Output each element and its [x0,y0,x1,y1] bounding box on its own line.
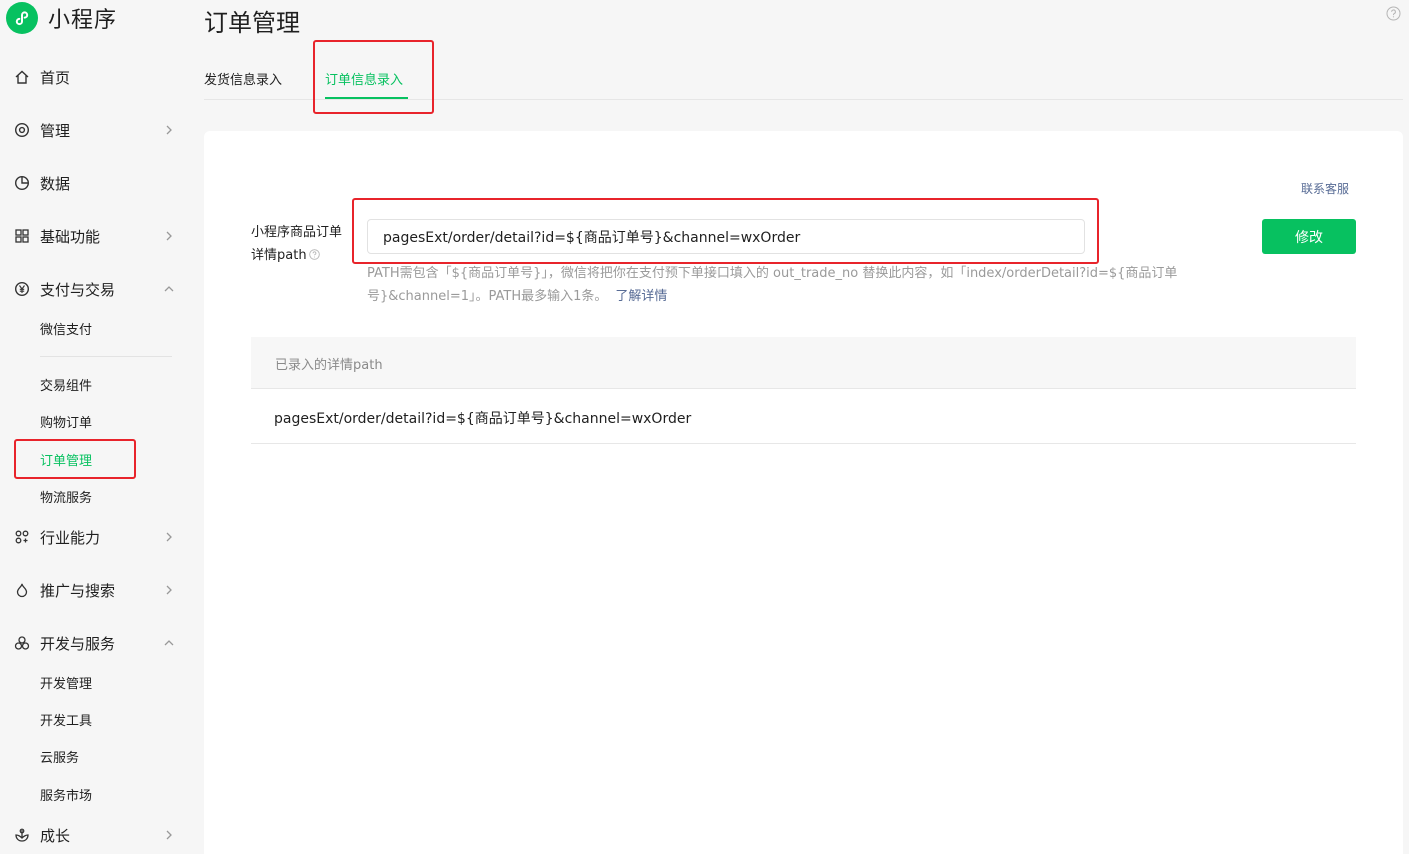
manage-icon [13,121,31,139]
path-field-label: 小程序商品订单 详情path [251,221,351,267]
grid-icon [13,227,31,245]
sidebar-subitem-dev-tools[interactable]: 开发工具 [40,709,92,729]
detail-path-input[interactable] [367,219,1085,254]
page-title: 订单管理 [204,9,300,37]
sidebar-item-label: 基础功能 [40,227,101,246]
modify-button[interactable]: 修改 [1262,219,1356,254]
sidebar-divider [40,356,172,357]
sidebar-subitem-trade-component[interactable]: 交易组件 [40,374,92,394]
growth-icon [13,826,31,844]
chevron-right-icon [162,828,176,842]
chevron-right-icon [162,583,176,597]
sidebar-item-label: 开发与服务 [40,634,116,653]
sidebar-item-data[interactable]: 数据 [0,171,190,195]
contact-support-link[interactable]: 联系客服 [1301,180,1349,197]
sidebar-item-basic-features[interactable]: 基础功能 [0,224,190,248]
sidebar-item-home[interactable]: 首页 [0,65,190,89]
entered-path-table-header: 已录入的详情path [251,337,1356,389]
sidebar-item-label: 数据 [40,174,71,193]
app-logo[interactable]: 小程序 [6,2,117,34]
sidebar-subitem-service-market[interactable]: 服务市场 [40,784,92,804]
app-logo-text: 小程序 [48,8,118,33]
tab-order-info[interactable]: 订单信息录入 [325,69,403,88]
help-icon[interactable] [1386,6,1401,21]
chevron-up-icon [162,282,176,296]
sidebar-subitem-cloud-service[interactable]: 云服务 [40,746,79,766]
tab-bar-divider [204,99,1403,100]
tab-shipping-info[interactable]: 发货信息录入 [204,69,282,88]
sidebar-subitem-shopping-orders[interactable]: 购物订单 [40,411,92,431]
question-icon[interactable] [308,245,320,260]
table-header-label: 已录入的详情path [275,358,383,373]
path-field-label-line2: 详情path [251,248,307,263]
sidebar-item-growth[interactable]: 成长 [0,823,190,847]
path-hint-text: PATH需包含「${商品订单号}」，微信将把你在支付预下单接口填入的 out_t… [367,262,1217,308]
sidebar-subitem-order-management[interactable]: 订单管理 [40,449,92,469]
yuan-icon [13,280,31,298]
dev-icon [13,634,31,652]
sidebar-item-label: 首页 [40,68,71,87]
sidebar-item-development[interactable]: 开发与服务 [0,631,190,655]
sidebar-subitem-dev-management[interactable]: 开发管理 [40,672,92,692]
promote-icon [13,581,31,599]
miniprogram-logo-icon [6,2,38,34]
sidebar-subitem-logistics[interactable]: 物流服务 [40,486,92,506]
hint-line2: 号}&channel=1」。PATH最多输入1条。 [367,289,608,304]
sidebar-item-promotion[interactable]: 推广与搜索 [0,578,190,602]
table-row: pagesExt/order/detail?id=${商品订单号}&channe… [251,389,1356,444]
sidebar-item-label: 行业能力 [40,528,101,547]
learn-more-link[interactable]: 了解详情 [615,289,667,304]
data-pie-icon [13,174,31,192]
sidebar-subitem-wechat-pay[interactable]: 微信支付 [40,318,92,338]
chevron-right-icon [162,229,176,243]
sidebar: 小程序 首页 管理 数据 基础功能 支付与交易 微信支付 交易组件 购物订单 订… [0,0,190,854]
path-field-label-line1: 小程序商品订单 [251,225,343,240]
chevron-right-icon [162,530,176,544]
chevron-up-icon [162,636,176,650]
sidebar-item-label: 管理 [40,121,71,140]
sidebar-item-label: 支付与交易 [40,280,116,299]
industry-icon [13,528,31,546]
sidebar-item-label: 成长 [40,826,71,845]
chevron-right-icon [162,123,176,137]
sidebar-item-industry[interactable]: 行业能力 [0,525,190,549]
sidebar-item-payment[interactable]: 支付与交易 [0,277,190,301]
table-cell-path: pagesExt/order/detail?id=${商品订单号}&channe… [274,411,692,427]
home-icon [13,68,31,86]
sidebar-item-manage[interactable]: 管理 [0,118,190,142]
hint-line1: PATH需包含「${商品订单号}」，微信将把你在支付预下单接口填入的 out_t… [367,266,1178,281]
sidebar-item-label: 推广与搜索 [40,581,116,600]
